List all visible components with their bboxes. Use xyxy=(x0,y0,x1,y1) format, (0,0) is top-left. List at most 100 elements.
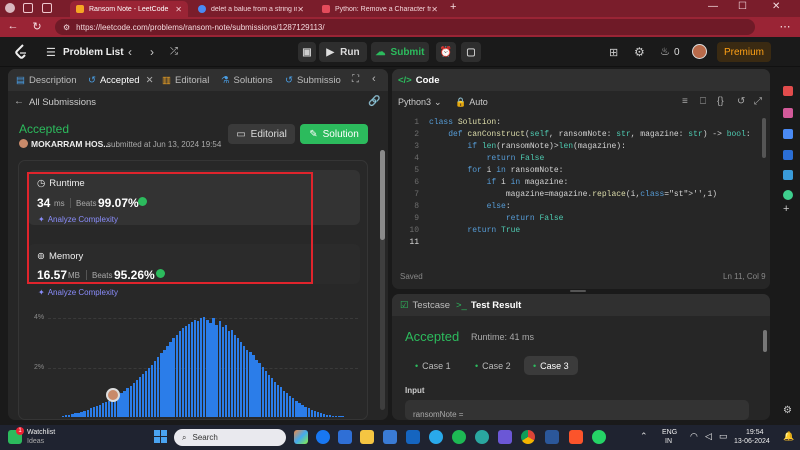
chart-bar[interactable] xyxy=(227,330,231,417)
chart-bar[interactable] xyxy=(279,387,283,417)
chart-bar[interactable] xyxy=(319,413,323,417)
back-arrow-icon[interactable]: ← xyxy=(6,20,20,32)
chart-bar[interactable] xyxy=(224,324,227,417)
chart-bar[interactable] xyxy=(178,330,181,417)
chart-bar[interactable] xyxy=(187,324,191,417)
chart-bar[interactable] xyxy=(175,334,178,417)
close-tab-icon[interactable]: ✕ xyxy=(175,5,182,14)
chart-bar[interactable] xyxy=(335,415,338,417)
notes-app-icon[interactable] xyxy=(498,430,512,444)
chart-bar[interactable] xyxy=(255,359,258,417)
close-tab-icon[interactable]: ✕ xyxy=(146,75,154,86)
chart-bar[interactable] xyxy=(236,338,240,417)
chart-bar[interactable] xyxy=(141,374,145,417)
solution-button[interactable]: ✎ Solution xyxy=(300,124,368,144)
reset-icon[interactable]: ↺ xyxy=(737,96,745,107)
result-scrollbar[interactable] xyxy=(763,330,767,352)
browser-tab-ransom-note[interactable]: Ransom Note - LeetCode ✕ xyxy=(70,1,188,17)
chart-bar[interactable] xyxy=(307,408,310,417)
whatsapp-icon[interactable] xyxy=(592,430,606,444)
chart-bar[interactable] xyxy=(264,370,267,417)
chart-bar[interactable] xyxy=(292,398,295,417)
chart-bar[interactable] xyxy=(132,383,135,417)
maximize-window-button[interactable]: ☐ xyxy=(738,1,747,12)
chart-bar[interactable] xyxy=(240,342,243,417)
chart-bar[interactable] xyxy=(316,412,320,417)
tab-editorial[interactable]: ▥ Editorial xyxy=(162,75,209,86)
chart-bar[interactable] xyxy=(160,353,163,417)
clock-time[interactable]: 19:54 xyxy=(746,429,764,436)
chart-bar[interactable] xyxy=(338,416,341,417)
chart-bar[interactable] xyxy=(209,323,212,417)
chart-bar[interactable] xyxy=(344,416,347,417)
chart-bar[interactable] xyxy=(147,367,151,417)
chart-bar[interactable] xyxy=(129,385,132,417)
autocomplete-mode[interactable]: 🔒 Auto xyxy=(455,97,488,108)
chart-bar[interactable] xyxy=(166,345,169,417)
browser-tab-python-remove[interactable]: Python: Remove a Character from ✕ xyxy=(316,1,444,17)
problem-list-link[interactable]: Problem List xyxy=(63,47,124,58)
chart-bar[interactable] xyxy=(301,404,304,417)
volume-icon[interactable]: ◁ xyxy=(705,431,712,442)
chart-bar[interactable] xyxy=(230,329,234,417)
sidebar-app-icon[interactable] xyxy=(783,150,793,160)
brave-icon[interactable] xyxy=(569,430,583,444)
sidebar-app-icon[interactable] xyxy=(783,190,793,200)
chart-bar[interactable] xyxy=(65,415,68,417)
windows-start-icon[interactable] xyxy=(154,430,168,444)
browser-tab-delet-value[interactable]: delet a balue from a string in pyt ✕ xyxy=(192,1,310,17)
avatar[interactable] xyxy=(692,44,707,59)
case-2-tab[interactable]: • Case 2 xyxy=(467,357,519,375)
code-scrollbar[interactable] xyxy=(762,118,766,158)
chart-bar[interactable] xyxy=(310,409,313,417)
tab-actions-icon[interactable] xyxy=(42,3,52,13)
url-field[interactable]: ⚙ https://leetcode.com/problems/ransom-n… xyxy=(55,19,755,35)
chart-bar[interactable] xyxy=(181,328,184,417)
telegram-icon[interactable] xyxy=(429,430,443,444)
case-3-tab[interactable]: • Case 3 xyxy=(524,356,578,375)
chart-bar[interactable] xyxy=(172,338,175,417)
code-line[interactable]: if i in magazine: xyxy=(429,178,569,187)
chart-bar[interactable] xyxy=(332,415,335,417)
chart-bar[interactable] xyxy=(74,413,77,417)
tab-test-result[interactable]: >_ Test Result xyxy=(456,300,521,311)
chart-bar[interactable] xyxy=(249,352,252,417)
minimize-window-button[interactable]: — xyxy=(708,1,718,12)
chart-bar[interactable] xyxy=(68,414,71,417)
chart-bar[interactable] xyxy=(233,334,237,417)
language-select[interactable]: Python3 ⌄ xyxy=(398,97,442,108)
profile-icon[interactable] xyxy=(5,3,15,13)
chart-bar[interactable] xyxy=(282,390,286,417)
code-line[interactable]: if len(ransomNote)>len(magazine): xyxy=(429,142,625,151)
tab-list-icon[interactable] xyxy=(23,3,33,13)
settings-gear-icon[interactable]: ⚙ xyxy=(634,45,645,59)
code-line[interactable]: for i in ransomNote: xyxy=(429,166,563,175)
bookmark-icon[interactable]: ⎕ xyxy=(700,96,706,107)
chart-bar[interactable] xyxy=(276,384,280,417)
chart-bar[interactable] xyxy=(325,414,329,417)
chart-bar[interactable] xyxy=(163,349,166,417)
chart-bar[interactable] xyxy=(89,408,92,417)
chart-bar[interactable] xyxy=(157,357,160,417)
case-1-tab[interactable]: • Case 1 xyxy=(407,357,459,375)
file-explorer-icon[interactable] xyxy=(360,430,374,444)
chart-bar[interactable] xyxy=(77,412,80,417)
sidebar-app-icon[interactable] xyxy=(783,129,793,139)
your-submission-marker-avatar[interactable] xyxy=(106,388,120,402)
colorful-app-icon[interactable] xyxy=(294,430,308,444)
analyze-complexity-link[interactable]: ✦ Analyze Complexity xyxy=(38,288,118,297)
tab-description[interactable]: ▤ Description xyxy=(16,75,77,86)
close-tab-icon[interactable]: ✕ xyxy=(297,5,304,14)
sidebar-app-icon[interactable] xyxy=(783,86,793,96)
sidebar-app-icon[interactable] xyxy=(783,108,793,118)
braces-icon[interactable]: {} xyxy=(717,96,724,107)
sidebar-settings-icon[interactable]: ⚙ xyxy=(783,405,792,416)
analyze-complexity-link[interactable]: ✦ Analyze Complexity xyxy=(38,215,118,224)
submit-button[interactable]: ☁ Submit xyxy=(371,42,429,62)
next-problem-icon[interactable]: › xyxy=(150,45,154,59)
chart-bar[interactable] xyxy=(267,374,270,417)
chart-bar[interactable] xyxy=(62,415,65,417)
chart-bar[interactable] xyxy=(218,320,221,417)
chart-bar[interactable] xyxy=(304,406,307,417)
chart-bar[interactable] xyxy=(108,400,111,417)
